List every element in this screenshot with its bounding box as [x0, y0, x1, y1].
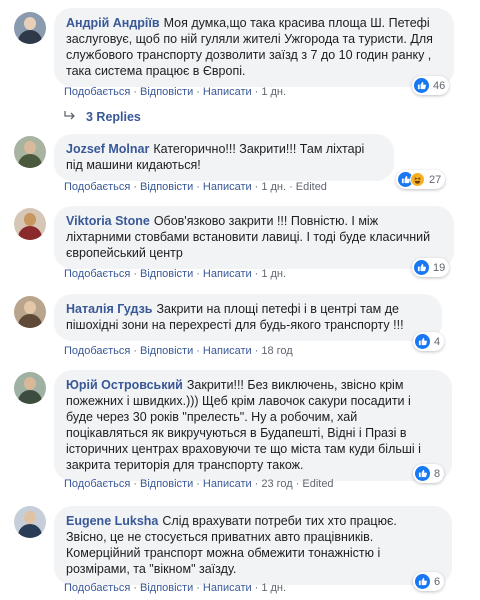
avatar[interactable] [14, 372, 46, 404]
comment-bubble: Viktoria Stone Обов'язково закрити !!! По… [54, 206, 454, 269]
edited-label[interactable]: Edited [302, 478, 333, 490]
comment-actions: Подобається · Відповісти · Написати · 1 дн. [64, 582, 287, 594]
reply-link[interactable]: Відповісти [140, 268, 193, 280]
write-link[interactable]: Написати [203, 86, 252, 98]
edited-label[interactable]: Edited [296, 181, 327, 193]
comment-actions: Подобається · Відповісти · Написати · 1 дн. [64, 86, 287, 98]
write-link[interactable]: Написати [203, 268, 252, 280]
reply-link[interactable]: Відповісти [140, 181, 193, 193]
like-link[interactable]: Подобається [64, 86, 130, 98]
reply-link[interactable]: Відповісти [140, 478, 193, 490]
comment-author[interactable]: Андрій Андріїв [66, 16, 160, 30]
comment-text: Закрити!!! Без виключень, звісно крім по… [66, 378, 421, 472]
reply-arrow-icon [64, 110, 76, 124]
comment-time[interactable]: 18 год [261, 345, 292, 357]
write-link[interactable]: Написати [203, 345, 252, 357]
like-reaction-icon [414, 78, 429, 93]
avatar[interactable] [14, 296, 46, 328]
haha-reaction-icon [410, 172, 425, 187]
comment-actions: Подобається · Відповісти · Написати · 18 год [64, 345, 293, 357]
comment-author[interactable]: Jozsef Molnar [66, 142, 149, 156]
like-link[interactable]: Подобається [64, 478, 130, 490]
comment-actions: Подобається · Відповісти · Написати · 1 дн. [64, 268, 287, 280]
comment-time[interactable]: 1 дн. [261, 181, 286, 193]
comment-bubble: Наталія Гудзь Закрити на площі петефі і в… [54, 294, 442, 341]
reply-link[interactable]: Відповісти [140, 582, 193, 594]
like-reaction-icon [415, 466, 430, 481]
comment-time[interactable]: 1 дн. [261, 582, 286, 594]
comment-actions: Подобається · Відповісти · Написати · 23 год · E… [64, 478, 334, 490]
reaction-summary[interactable]: 8 [413, 464, 445, 483]
reaction-count: 6 [434, 575, 441, 588]
reply-link[interactable]: Відповісти [140, 86, 193, 98]
like-link[interactable]: Подобається [64, 345, 130, 357]
comment-bubble: Андрій Андріїв Моя думка,що така красива … [54, 8, 454, 87]
reply-link[interactable]: Відповісти [140, 345, 193, 357]
reaction-count: 8 [434, 467, 441, 480]
comment-time[interactable]: 23 год [261, 478, 292, 490]
avatar[interactable] [14, 136, 46, 168]
like-reaction-icon [414, 260, 429, 275]
write-link[interactable]: Написати [203, 181, 252, 193]
reaction-summary[interactable]: 6 [413, 572, 445, 591]
comment-author[interactable]: Eugene Luksha [66, 514, 158, 528]
reaction-summary[interactable]: 4 [413, 332, 445, 351]
reaction-count: 46 [433, 79, 446, 92]
write-link[interactable]: Написати [203, 478, 252, 490]
reaction-count: 19 [433, 261, 446, 274]
reaction-summary[interactable]: 19 [412, 258, 450, 277]
comment-actions: Подобається · Відповісти · Написати · 1 дн. · Ed… [64, 181, 327, 193]
comment-bubble: Юрій Островський Закрити!!! Без виключень… [54, 370, 452, 481]
comment-bubble: Jozsef Molnar Категорично!!! Закрити!!! Т… [54, 134, 394, 181]
like-reaction-icon [415, 334, 430, 349]
like-link[interactable]: Подобається [64, 582, 130, 594]
avatar[interactable] [14, 506, 46, 538]
comment-author[interactable]: Viktoria Stone [66, 214, 150, 228]
like-link[interactable]: Подобається [64, 268, 130, 280]
comment-time[interactable]: 1 дн. [261, 268, 286, 280]
comment-author[interactable]: Наталія Гудзь [66, 302, 152, 316]
avatar[interactable] [14, 208, 46, 240]
write-link[interactable]: Написати [203, 582, 252, 594]
reaction-count: 4 [434, 335, 441, 348]
like-reaction-icon [415, 574, 430, 589]
reaction-summary[interactable]: 27 [396, 170, 446, 189]
comment-time[interactable]: 1 дн. [261, 86, 286, 98]
view-replies-link[interactable]: 3 Replies [64, 110, 141, 124]
replies-count-label: 3 Replies [86, 110, 141, 124]
reaction-summary[interactable]: 46 [412, 76, 450, 95]
avatar[interactable] [14, 12, 46, 44]
comment-bubble: Eugene Luksha Слід врахувати потреби тих … [54, 506, 452, 585]
reaction-count: 27 [429, 173, 442, 186]
comment-author[interactable]: Юрій Островський [66, 378, 183, 392]
like-link[interactable]: Подобається [64, 181, 130, 193]
